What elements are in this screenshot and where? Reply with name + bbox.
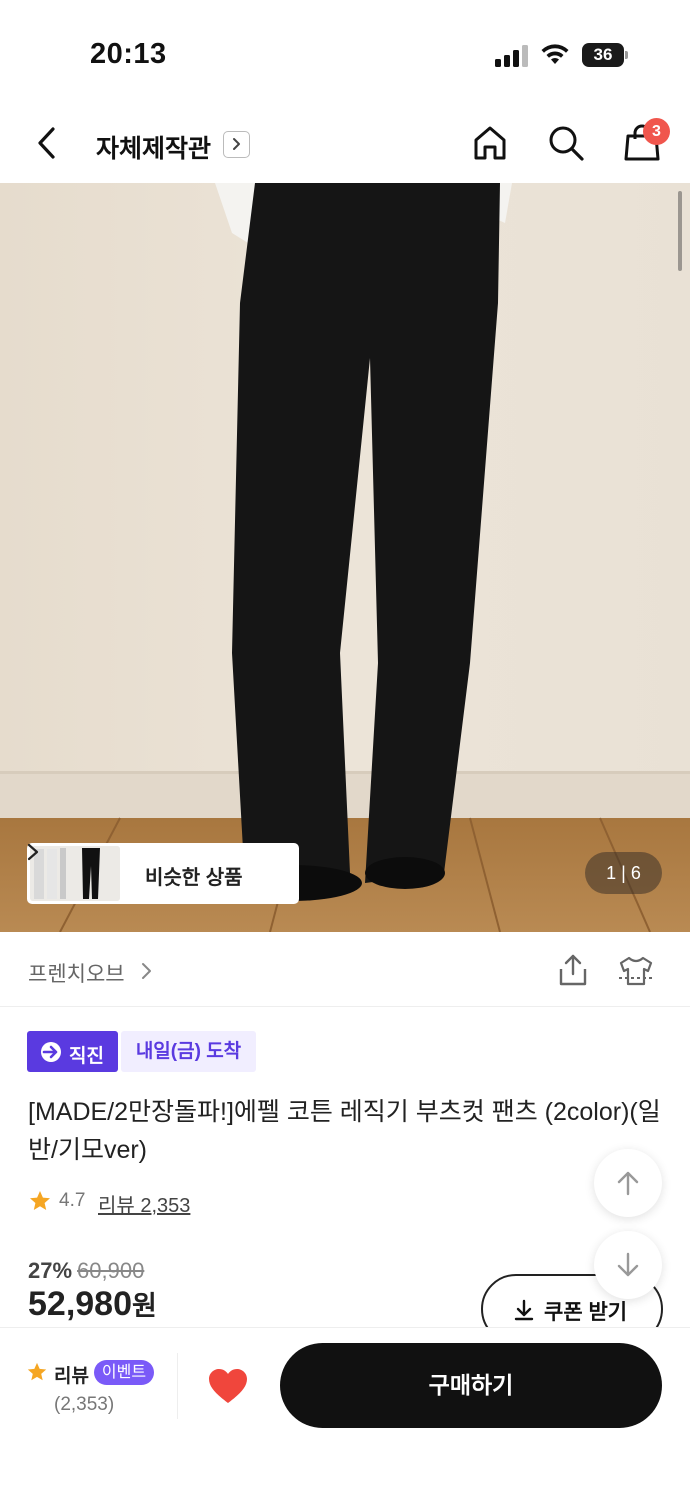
signal-icon: [495, 45, 528, 67]
review-summary-button[interactable]: 리뷰 이벤트 (2,353): [26, 1357, 176, 1417]
discount-row: 27% 60,900: [28, 1258, 144, 1284]
event-badge: 이벤트: [94, 1360, 154, 1385]
chevron-right-icon: [27, 843, 39, 861]
similar-products-thumbnail: [30, 846, 120, 901]
arrival-date-badge: 내일(금) 도착: [121, 1031, 256, 1072]
review-count-link[interactable]: 리뷰 2,353: [98, 1189, 190, 1218]
store-title[interactable]: 자체제작관: [96, 129, 211, 165]
direct-delivery-badge: 직진: [27, 1031, 118, 1072]
star-icon: [30, 1191, 50, 1210]
chevron-right-icon[interactable]: [141, 961, 153, 981]
arrow-up-icon: [617, 1171, 639, 1196]
nav-bar: 자체제작관 3: [0, 105, 690, 183]
store-arrow-button[interactable]: [223, 131, 250, 158]
coupon-label: 쿠폰 받기: [544, 1301, 628, 1324]
review-label: 리뷰: [54, 1366, 89, 1387]
product-photo: [0, 183, 690, 932]
product-image-carousel[interactable]: 비슷한 상품 1 | 6: [0, 183, 690, 932]
battery-indicator: 36: [582, 43, 628, 67]
brand-name-link[interactable]: 프렌치오브: [28, 958, 125, 988]
review-count: (2,353): [54, 1394, 115, 1415]
rating-value: 4.7: [59, 1190, 86, 1211]
similar-products-label: 비슷한 상품: [145, 867, 243, 889]
heart-icon[interactable]: [207, 1367, 249, 1405]
share-icon[interactable]: [556, 952, 590, 988]
wifi-icon: [541, 44, 569, 64]
sale-price-value: 52,980: [28, 1285, 132, 1323]
fitting-icon[interactable]: [617, 954, 655, 988]
star-icon: [27, 1362, 47, 1381]
scroll-indicator: [678, 191, 682, 271]
sale-price: 52,980원: [28, 1284, 157, 1324]
product-title: [MADE/2만장돌파!]에펠 코튼 레직기 부츠컷 팬츠 (2color)(일…: [28, 1098, 661, 1164]
buy-button[interactable]: 구매하기: [280, 1343, 662, 1428]
cart-count-badge: 3: [643, 118, 670, 145]
back-icon[interactable]: [30, 123, 64, 163]
plane-icon: [41, 1042, 61, 1062]
bottom-action-bar: 리뷰 이벤트 (2,353) 구매하기: [0, 1327, 690, 1500]
original-price: 60,900: [77, 1258, 145, 1283]
search-icon[interactable]: [546, 123, 586, 163]
scroll-to-bottom-button[interactable]: [594, 1231, 662, 1299]
divider: [177, 1353, 178, 1419]
chevron-right-icon: [233, 138, 240, 150]
arrow-down-icon: [617, 1252, 639, 1277]
download-icon: [514, 1299, 534, 1321]
image-page-indicator: 1 | 6: [585, 852, 662, 894]
home-icon[interactable]: [470, 123, 510, 163]
discount-rate: 27%: [28, 1258, 73, 1283]
status-time: 20:13: [90, 38, 167, 70]
brand-row: 프렌치오브: [0, 932, 690, 1007]
direct-delivery-label: 직진: [69, 1046, 104, 1067]
currency-unit: 원: [132, 1291, 157, 1321]
scroll-to-top-button[interactable]: [594, 1149, 662, 1217]
similar-products-button[interactable]: 비슷한 상품: [27, 843, 299, 904]
status-bar: 20:13 36: [0, 0, 690, 100]
battery-level: 36: [582, 43, 624, 67]
